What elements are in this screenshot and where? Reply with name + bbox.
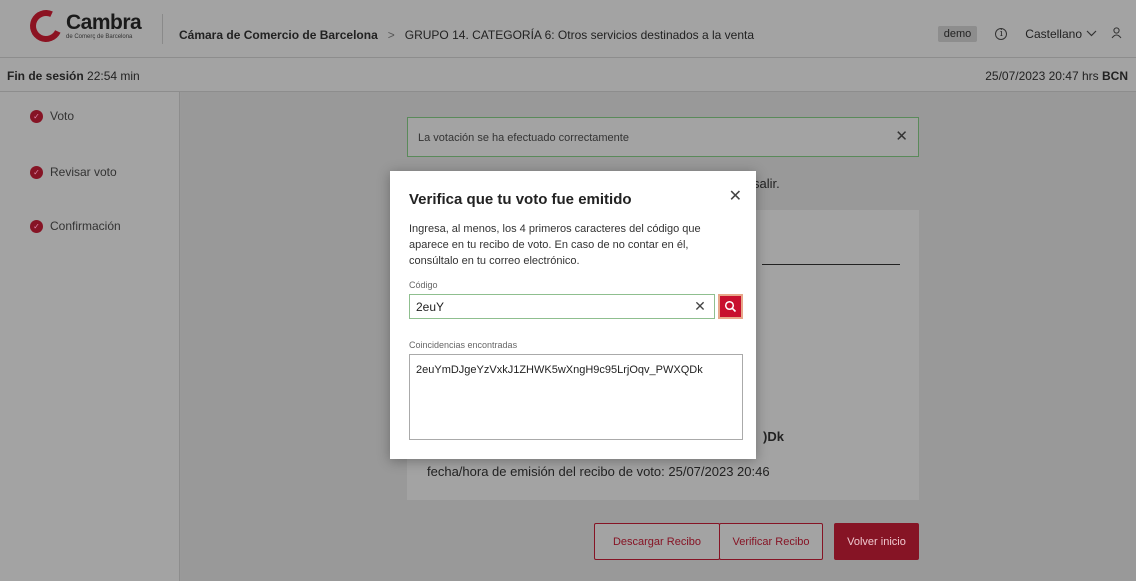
breadcrumb: Cámara de Comercio de Barcelona > GRUPO … — [179, 28, 754, 42]
logo-subtitle: de Comerç de Barcelona — [66, 34, 133, 40]
search-icon — [724, 300, 737, 313]
steps-sidebar: ✓ Voto ✓ Revisar voto ✓ Confirmación — [0, 92, 180, 581]
modal-title: Verifica que tu voto fue emitido — [409, 191, 632, 208]
datetime-value: 25/07/2023 20:47 hrs — [985, 69, 1099, 83]
header-actions: demo i Castellano — [937, 26, 1122, 42]
matches-list: 2euYmDJgeYzVxkJ1ZHWK5wXngH9c95LrjOqv_PWX… — [409, 354, 743, 440]
logo-mark-icon — [25, 5, 67, 47]
code-field: ✕ — [409, 294, 715, 319]
match-item[interactable]: 2euYmDJgeYzVxkJ1ZHWK5wXngH9c95LrjOqv_PWX… — [416, 364, 736, 376]
modal-description: Ingresa, al menos, los 4 primeros caract… — [409, 223, 701, 267]
current-datetime: 25/07/2023 20:47 hrs BCN — [985, 69, 1128, 83]
header-divider — [162, 14, 163, 44]
top-header: Cambra de Comerç de Barcelona Cámara de … — [0, 0, 1136, 58]
language-selector[interactable]: Castellano — [1025, 27, 1097, 41]
success-alert: La votación se ha efectuado correctament… — [407, 117, 919, 157]
matches-label: Coincidencias encontradas — [409, 340, 518, 350]
user-icon[interactable] — [1111, 26, 1122, 42]
code-label: Código — [409, 280, 438, 290]
session-bar: Fin de sesión 22:54 min 25/07/2023 20:47… — [0, 58, 1136, 92]
search-button[interactable] — [718, 294, 743, 319]
logo-name: Cambra — [66, 11, 142, 34]
step-label: Revisar voto — [50, 165, 117, 179]
check-icon: ✓ — [30, 109, 43, 123]
info-icon[interactable]: i — [995, 28, 1008, 40]
breadcrumb-separator-icon: > — [387, 28, 395, 42]
back-home-button[interactable]: Volver inicio — [834, 523, 919, 560]
step-label: Voto — [50, 109, 75, 123]
language-label: Castellano — [1025, 27, 1082, 41]
alert-message: La votación se ha efectuado correctament… — [418, 132, 629, 144]
chevron-down-icon — [1086, 29, 1097, 40]
demo-badge: demo — [937, 26, 978, 42]
step-voto[interactable]: ✓ Voto — [30, 109, 74, 123]
clear-icon[interactable]: ✕ — [690, 298, 710, 315]
step-confirmacion[interactable]: ✓ Confirmación — [30, 219, 121, 233]
divider — [762, 264, 900, 265]
breadcrumb-group: GRUPO 14. CATEGORÍA 6: Otros servicios d… — [404, 28, 755, 42]
city-code: BCN — [1102, 69, 1128, 83]
step-label: Confirmación — [50, 219, 121, 233]
check-icon: ✓ — [30, 219, 43, 233]
check-icon: ✓ — [30, 165, 43, 179]
emission-date: fecha/hora de emisión del recibo de voto… — [427, 464, 770, 479]
verify-receipt-button[interactable]: Verificar Recibo — [719, 523, 823, 560]
session-label: Fin de sesión — [7, 69, 84, 83]
step-revisar-voto[interactable]: ✓ Revisar voto — [30, 165, 117, 179]
cambra-logo[interactable]: Cambra de Comerç de Barcelona — [25, 5, 142, 47]
session-timer: Fin de sesión 22:54 min — [7, 69, 140, 83]
close-icon[interactable]: ✕ — [895, 127, 908, 145]
verify-vote-modal: Verifica que tu voto fue emitido ✕ Ingre… — [390, 171, 756, 459]
session-time: 22:54 min — [87, 69, 140, 83]
download-receipt-button[interactable]: Descargar Recibo — [594, 523, 720, 560]
breadcrumb-org[interactable]: Cámara de Comercio de Barcelona — [179, 28, 378, 42]
background-text-salir: salir. — [753, 176, 780, 191]
receipt-code-partial: )Dk — [763, 429, 784, 444]
code-input[interactable] — [410, 295, 690, 318]
close-icon[interactable]: ✕ — [729, 186, 742, 206]
